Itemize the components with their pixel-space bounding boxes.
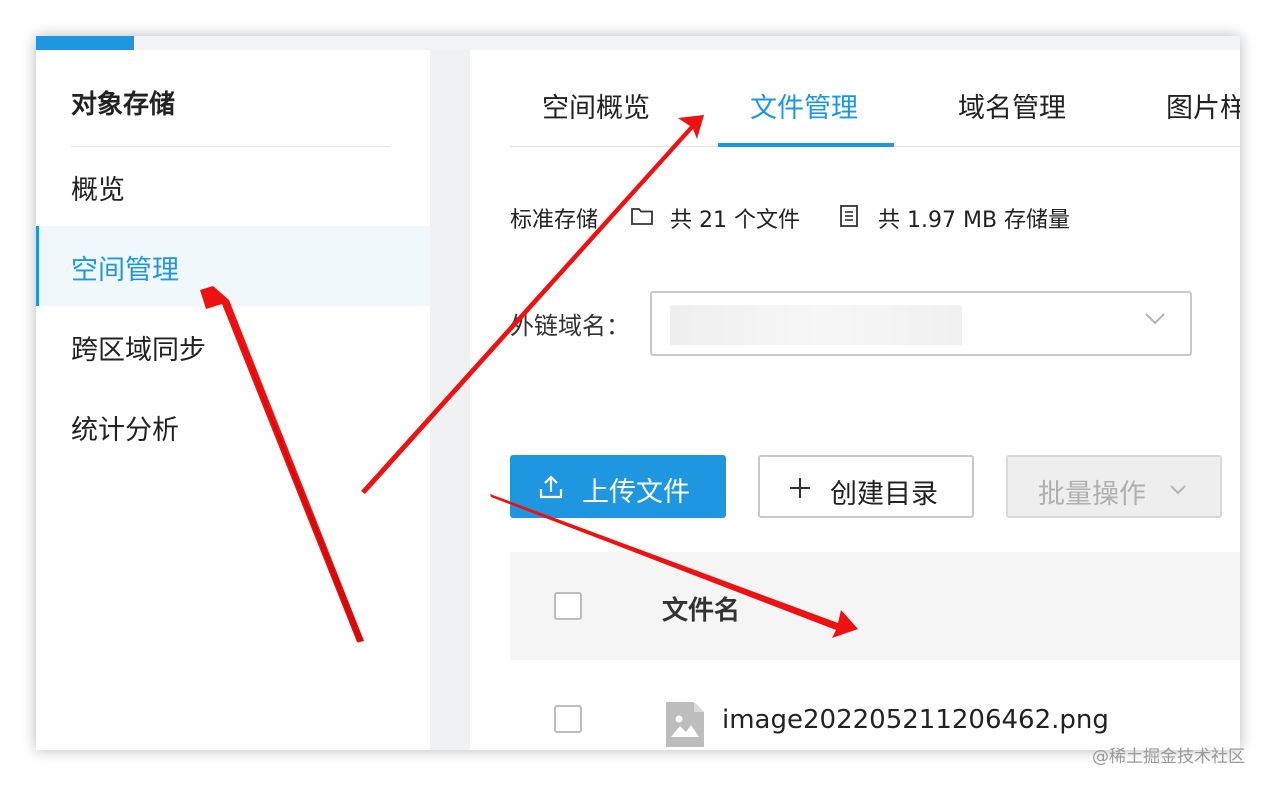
sidebar-title: 对象存储: [71, 90, 176, 120]
file-name[interactable]: image202205211206462.png: [722, 705, 1109, 735]
sidebar-item-space-management[interactable]: 空间管理: [36, 226, 430, 306]
sidebar-gutter: [430, 50, 470, 750]
upload-file-label: 上传文件: [582, 477, 690, 508]
sidebar-item-label: 统计分析: [71, 415, 179, 446]
create-directory-button[interactable]: 创建目录: [758, 455, 974, 518]
top-bar-accent: [36, 36, 134, 50]
upload-icon: [539, 475, 563, 499]
sidebar-item-label: 空间管理: [71, 255, 179, 286]
watermark: @稀土掘金技术社区: [1092, 747, 1245, 767]
table-header: 文件名: [510, 552, 1240, 660]
upload-file-button[interactable]: 上传文件: [510, 455, 726, 518]
select-all-checkbox[interactable]: [554, 592, 582, 620]
column-header-filename[interactable]: 文件名: [662, 590, 740, 627]
chevron-down-icon: [1170, 485, 1186, 495]
chevron-down-icon: [1145, 313, 1165, 325]
create-directory-label: 创建目录: [830, 479, 938, 510]
tab-domain-management[interactable]: 域名管理: [958, 86, 1066, 125]
tab-image-styles[interactable]: 图片样: [1166, 86, 1240, 125]
storage-used: 共 1.97 MB 存储量: [878, 208, 1071, 233]
domain-label: 外链域名：: [510, 312, 630, 340]
main-content: 空间概览 文件管理 域名管理 图片样 标准存储 共 21 个文件 共 1.97 …: [470, 50, 1240, 750]
sidebar-item-label: 概览: [71, 175, 125, 206]
storage-type: 标准存储: [510, 208, 599, 233]
row-checkbox[interactable]: [554, 705, 582, 733]
sidebar-item-overview[interactable]: 概览: [36, 146, 430, 226]
sidebar-item-statistics[interactable]: 统计分析: [36, 386, 430, 466]
app-window: 对象存储 概览 空间管理 跨区域同步 统计分析 空间概览 文件管理 域名管理 图…: [36, 36, 1240, 750]
file-count: 共 21 个文件: [670, 208, 800, 233]
tab-file-management[interactable]: 文件管理: [750, 86, 858, 125]
batch-operations-dropdown[interactable]: 批量操作: [1006, 455, 1222, 518]
image-file-icon: [666, 702, 704, 747]
storage-icon: [840, 205, 858, 227]
table-row[interactable]: image202205211206462.png: [510, 660, 1240, 750]
top-bar: [36, 36, 1240, 50]
tab-space-overview[interactable]: 空间概览: [542, 86, 650, 125]
domain-select[interactable]: [650, 291, 1192, 356]
domain-value-redacted: [670, 305, 962, 345]
batch-operations-label: 批量操作: [1038, 479, 1146, 510]
plus-icon: [790, 478, 810, 498]
folder-icon: [631, 208, 653, 225]
sidebar: 对象存储 概览 空间管理 跨区域同步 统计分析: [36, 50, 430, 750]
sidebar-item-label: 跨区域同步: [71, 335, 206, 366]
active-tab-indicator: [718, 143, 894, 147]
sidebar-item-cross-region-sync[interactable]: 跨区域同步: [36, 306, 430, 386]
